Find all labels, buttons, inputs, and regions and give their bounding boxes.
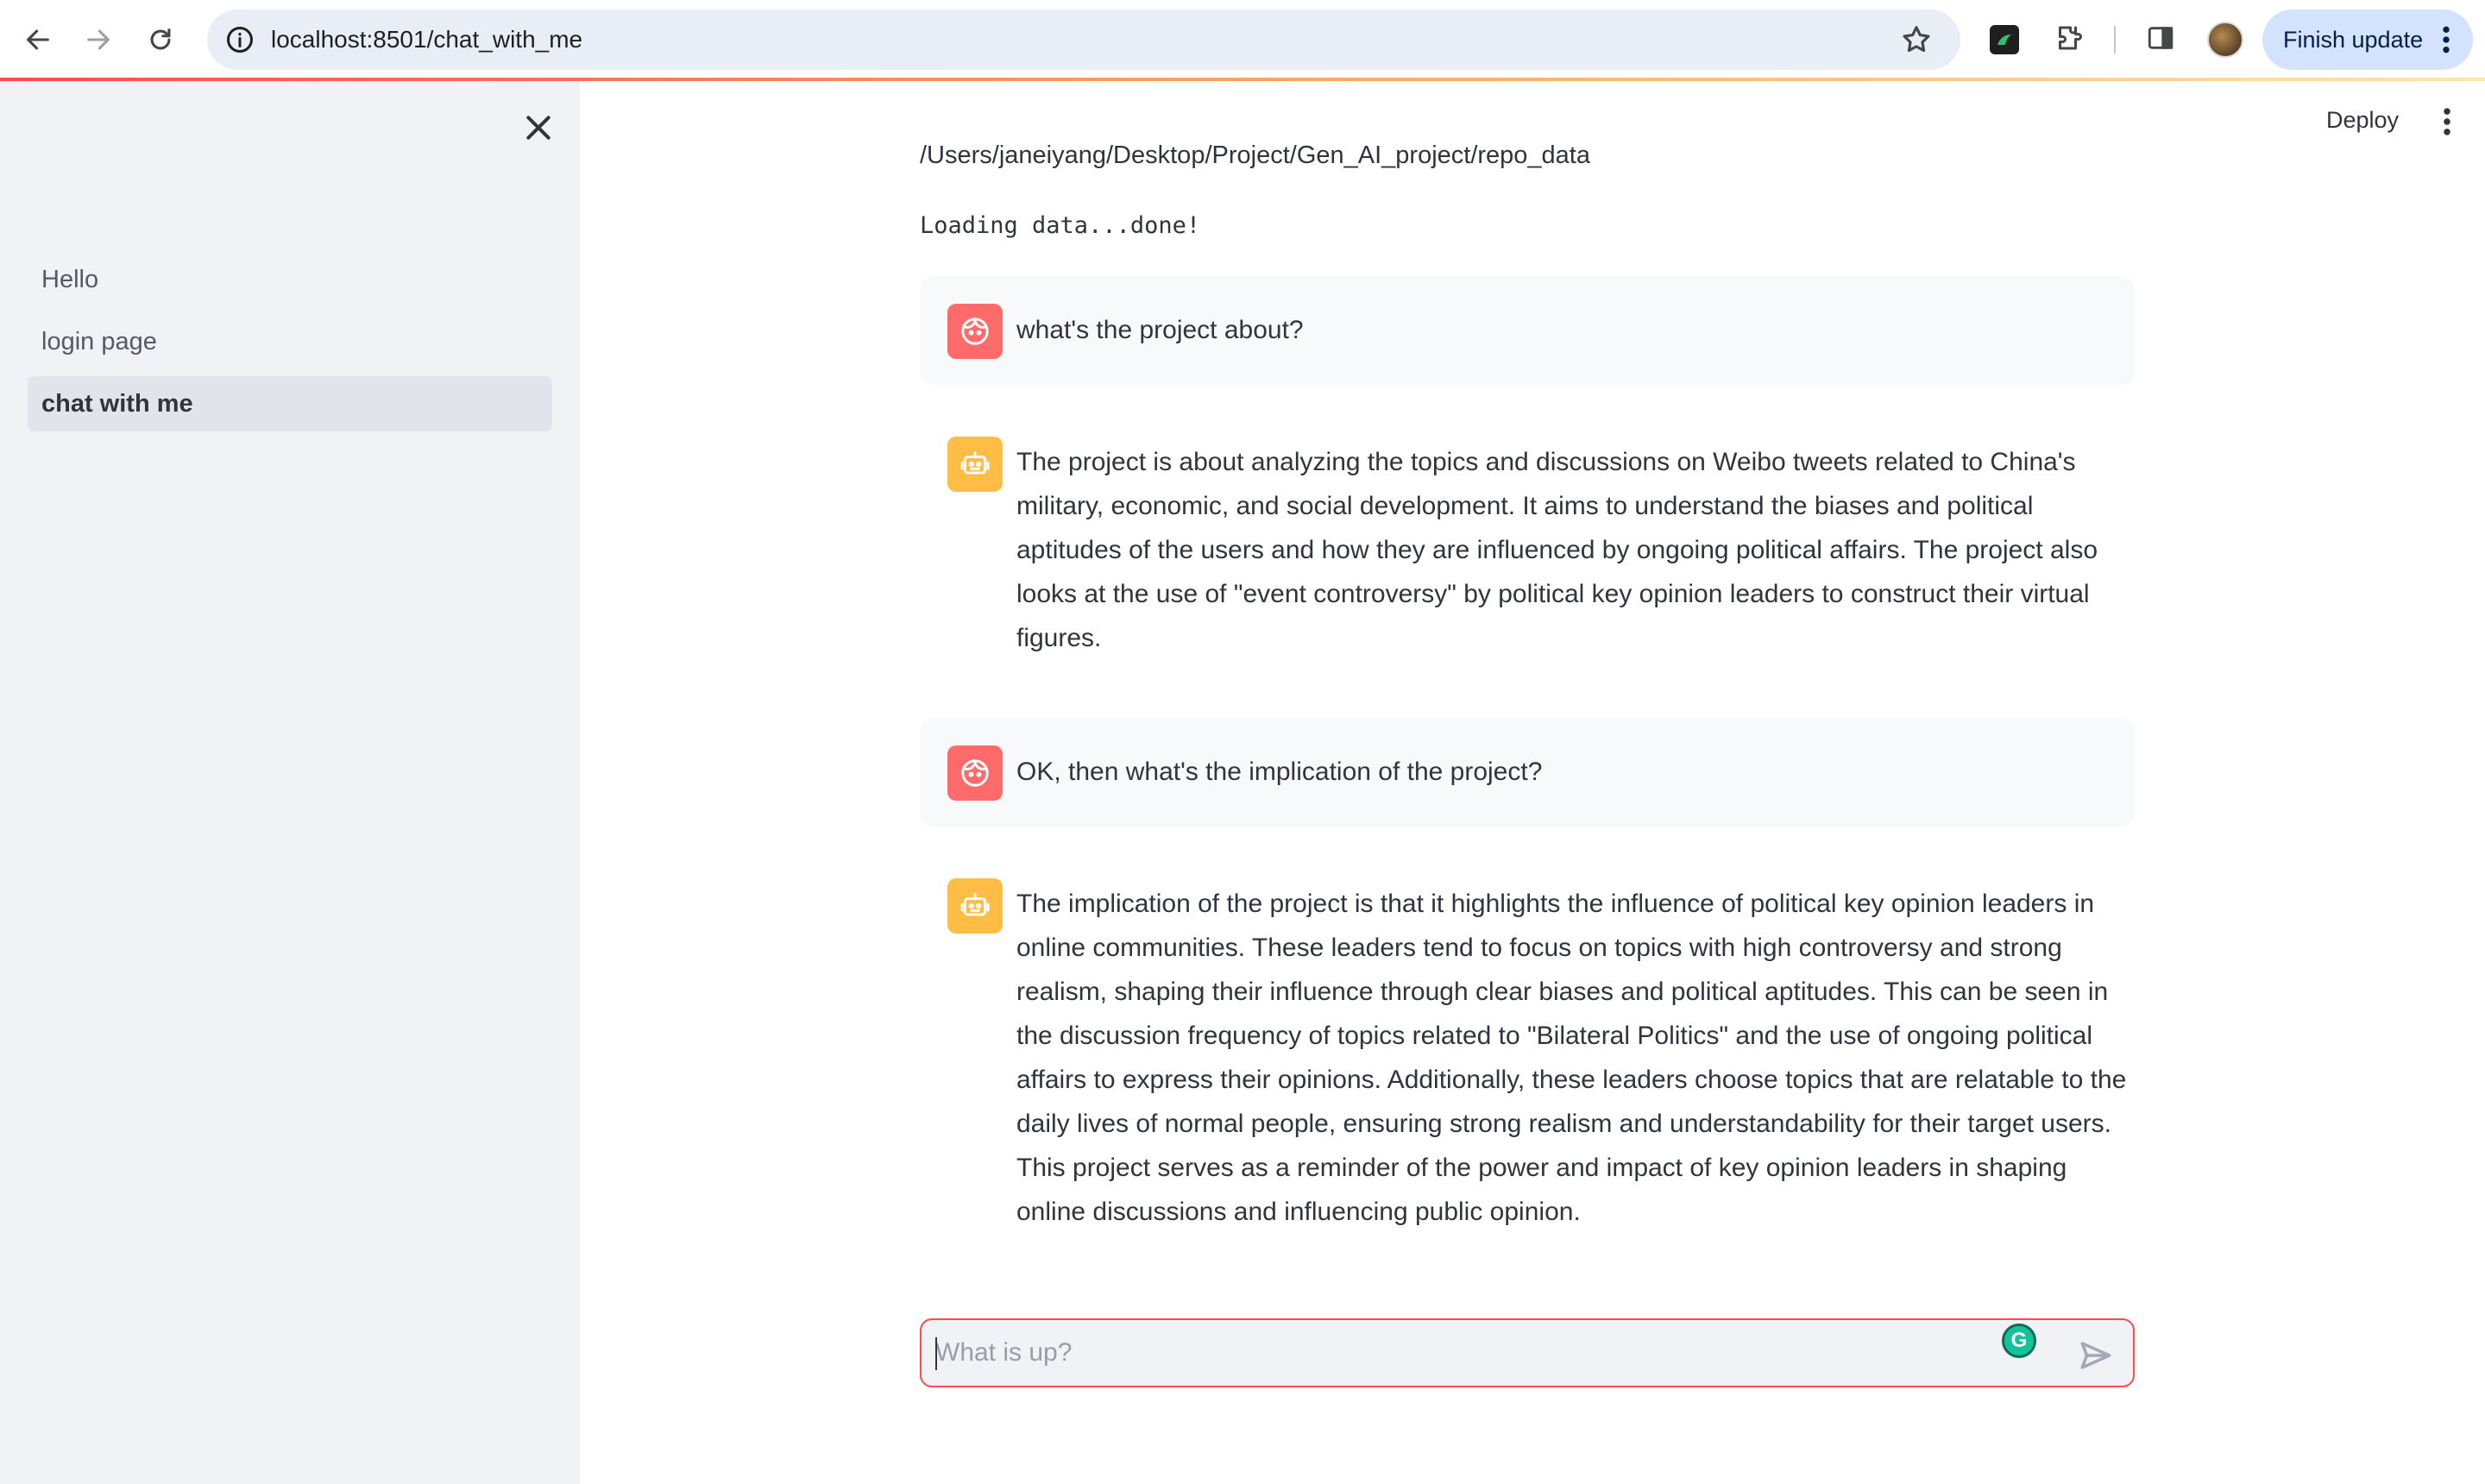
data-path-text: /Users/janeiyang/Desktop/Project/Gen_AI_… [920, 141, 1590, 169]
more-vert-icon [2443, 26, 2450, 53]
sidebar: Hello login page chat with me [0, 81, 580, 1484]
profile-avatar[interactable] [2207, 22, 2243, 58]
close-icon[interactable] [521, 110, 556, 145]
robot-avatar-icon [947, 878, 1003, 934]
sidebar-item-chat-with-me[interactable]: chat with me [28, 376, 552, 431]
toolbar-divider [2114, 26, 2116, 53]
site-info-icon[interactable] [224, 24, 255, 55]
message-text: OK, then what's the implication of the p… [1016, 758, 1543, 786]
send-icon[interactable] [2078, 1337, 2114, 1374]
browser-toolbar: localhost:8501/chat_with_me Finish updat… [0, 0, 2485, 81]
deploy-button[interactable]: Deploy [2326, 107, 2399, 134]
puzzle-icon[interactable] [2052, 21, 2086, 55]
chat-input[interactable] [935, 1320, 2005, 1386]
extension-icon[interactable] [1990, 25, 2019, 54]
message-text: The implication of the project is that i… [1016, 890, 2127, 1226]
sidebar-item-label: chat with me [41, 390, 193, 418]
sidebar-item-label: Hello [41, 266, 99, 293]
forward-icon[interactable] [78, 19, 119, 60]
bookmark-star-icon[interactable] [1900, 23, 1933, 56]
user-avatar-icon [947, 745, 1003, 801]
main-content: Deploy /Users/janeiyang/Desktop/Project/… [580, 81, 2485, 1484]
text-caret [935, 1337, 937, 1370]
chat-message-assistant: The implication of the project is that i… [920, 851, 2135, 1299]
side-panel-icon[interactable] [2143, 21, 2178, 55]
chat-input-container: G [920, 1318, 2135, 1387]
chat-message-user: what's the project about? [920, 276, 2135, 385]
back-icon[interactable] [17, 19, 59, 60]
robot-avatar-icon [947, 437, 1003, 492]
reload-icon[interactable] [140, 19, 181, 60]
url-text[interactable]: localhost:8501/chat_with_me [271, 9, 582, 70]
loading-status: Loading data...done! [920, 212, 1201, 239]
sidebar-item-label: login page [41, 328, 157, 355]
main-menu-icon[interactable] [2442, 107, 2452, 136]
user-avatar-icon [947, 304, 1003, 359]
chat-message-assistant: The project is about analyzing the topic… [920, 409, 2135, 754]
finish-update-label: Finish update [2283, 27, 2424, 53]
chat-message-user: OK, then what's the implication of the p… [920, 718, 2135, 827]
message-text: The project is about analyzing the topic… [1016, 448, 2098, 652]
grammarly-icon[interactable]: G [2002, 1324, 2036, 1358]
finish-update-button[interactable]: Finish update [2262, 9, 2473, 70]
sidebar-item-login-page[interactable]: login page [28, 314, 552, 369]
sidebar-item-hello[interactable]: Hello [28, 252, 552, 307]
address-bar[interactable]: localhost:8501/chat_with_me [207, 9, 1960, 70]
message-text: what's the project about? [1016, 316, 1304, 344]
